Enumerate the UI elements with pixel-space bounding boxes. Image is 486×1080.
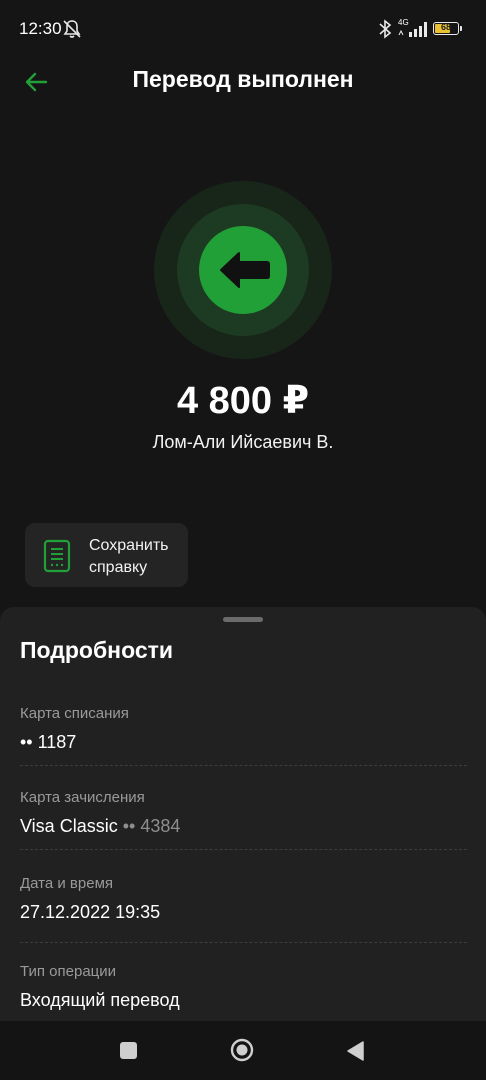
- divider: [20, 942, 467, 943]
- status-time: 12:30: [19, 19, 62, 38]
- datetime-label: Дата и время: [20, 875, 114, 892]
- recipient-name: Лом-Али Ийсаевич В.: [152, 432, 334, 452]
- battery-level: 68: [440, 22, 451, 32]
- incoming-arrow-icon: [220, 252, 270, 288]
- recents-button[interactable]: [120, 1042, 137, 1059]
- signal-icon: [398, 22, 427, 37]
- debit-card-label: Карта списания: [20, 705, 129, 722]
- save-receipt-label: Сохранить справку: [89, 537, 169, 576]
- battery-cap: [460, 26, 462, 31]
- system-back-button[interactable]: [345, 1040, 365, 1062]
- bell-off-icon: [63, 20, 81, 38]
- operation-type-value: Входящий перевод: [20, 990, 180, 1010]
- page-title: Перевод выполнен: [132, 66, 354, 92]
- document-icon: [43, 539, 71, 573]
- credit-card-label: Карта зачисления: [20, 789, 145, 806]
- operation-type-row: Тип операции Входящий перевод: [20, 963, 467, 1011]
- credit-card-row: Карта зачисления Visa Classic •• 4384: [20, 789, 467, 837]
- battery-icon: 68: [433, 22, 459, 35]
- sheet-drag-handle[interactable]: [223, 617, 263, 622]
- home-button[interactable]: [230, 1038, 254, 1062]
- transfer-success-screen: 12:30 4G 68 Перевод выполнен 4 800 ₽ Лом…: [0, 0, 486, 1080]
- credit-card-value: Visa Classic •• 4384: [20, 816, 467, 837]
- debit-card-value: •• 1187: [20, 732, 77, 752]
- transfer-amount: 4 800 ₽: [176, 380, 310, 422]
- debit-card-row: Карта списания •• 1187: [20, 705, 467, 753]
- system-nav-bar: [0, 1021, 486, 1080]
- divider: [20, 765, 467, 766]
- datetime-value: 27.12.2022 19:35: [20, 902, 161, 922]
- status-bar: 12:30 4G 68: [0, 0, 486, 58]
- bluetooth-icon: [379, 19, 392, 39]
- operation-type-label: Тип операции: [20, 963, 117, 980]
- datetime-row: Дата и время 27.12.2022 19:35: [20, 875, 467, 923]
- details-sheet[interactable]: Подробности Карта списания •• 1187 Карта…: [0, 607, 486, 1021]
- save-receipt-button[interactable]: Сохранить справку: [25, 523, 188, 587]
- divider: [20, 849, 467, 850]
- credit-card-number: •• 4384: [122, 816, 181, 836]
- credit-card-name: Visa Classic: [20, 816, 118, 836]
- details-title: Подробности: [20, 637, 174, 663]
